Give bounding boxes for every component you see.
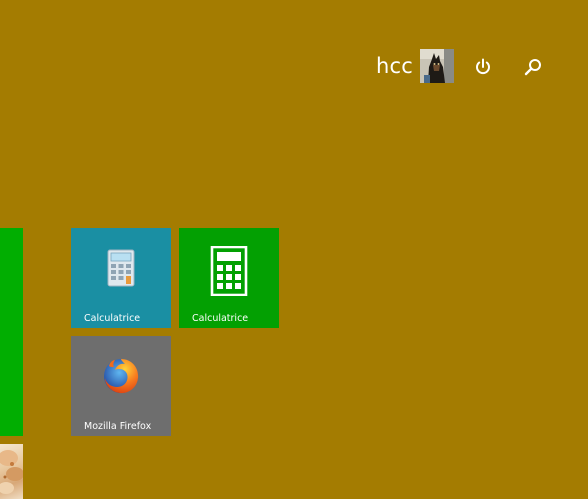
desktop-calculator-icon: [106, 248, 136, 288]
tile-mozilla-firefox[interactable]: Mozilla Firefox: [71, 336, 171, 436]
firefox-icon: [101, 356, 141, 396]
calculator-icon: [210, 246, 248, 296]
tile-calculatrice-desktop[interactable]: Calculatrice: [71, 228, 171, 328]
tile-label: Mozilla Firefox: [84, 421, 152, 432]
partial-tile-photo[interactable]: [0, 444, 23, 499]
power-button[interactable]: [470, 54, 496, 80]
avatar: [420, 49, 455, 83]
tile-calculatrice-app[interactable]: Calculatrice: [179, 228, 279, 328]
search-icon: [524, 59, 541, 76]
tile-label: Calculatrice: [84, 313, 141, 324]
tile-label: Calculatrice: [192, 313, 249, 324]
user-account-button[interactable]: hcc: [376, 49, 455, 83]
power-icon: [476, 58, 490, 75]
user-name: hcc: [376, 54, 414, 78]
start-screen: hcc Calculatrice Calculatrice Mozilla Fi…: [0, 0, 588, 499]
search-button[interactable]: [520, 54, 546, 80]
partial-tile-green[interactable]: [0, 228, 23, 436]
